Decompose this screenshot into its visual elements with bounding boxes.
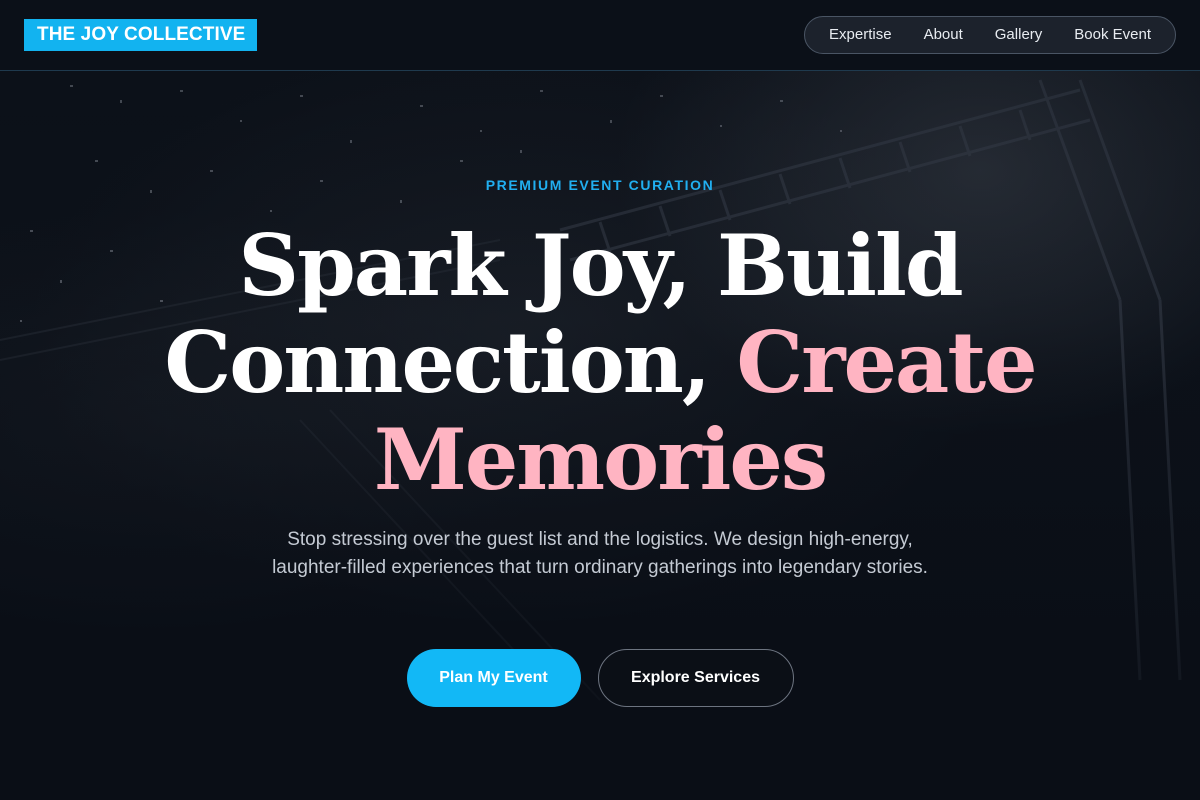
hero-headline: Spark Joy, Build Connection, Create Memo… <box>0 217 1200 508</box>
nav-item-expertise[interactable]: Expertise <box>813 17 908 53</box>
site-header: THE JOY COLLECTIVE Expertise About Galle… <box>0 0 1200 71</box>
nav-item-book-event[interactable]: Book Event <box>1058 17 1167 53</box>
headline-create-text: Create <box>736 313 1037 412</box>
headline-connection-text: Connection, <box>164 313 737 412</box>
nav-item-about[interactable]: About <box>908 17 979 53</box>
hero-eyebrow: PREMIUM EVENT CURATION <box>485 177 715 193</box>
brand-logo[interactable]: THE JOY COLLECTIVE <box>24 19 258 51</box>
plan-my-event-button[interactable]: Plan My Event <box>406 649 581 707</box>
headline-line-2: Connection, Create <box>0 314 1200 411</box>
headline-line-1: Spark Joy, Build <box>238 216 963 315</box>
hero-section: PREMIUM EVENT CURATION Spark Joy, Build … <box>0 71 1200 800</box>
nav-item-gallery[interactable]: Gallery <box>979 17 1059 53</box>
explore-services-button[interactable]: Explore Services <box>597 649 794 707</box>
hero-subtitle: Stop stressing over the guest list and t… <box>272 529 928 578</box>
landing-page: THE JOY COLLECTIVE Expertise About Galle… <box>0 0 1200 800</box>
headline-memories-text: Memories <box>373 410 828 509</box>
main-nav: Expertise About Gallery Book Event <box>804 16 1176 54</box>
hero-cta-group: Plan My Event Explore Services <box>0 649 1200 707</box>
